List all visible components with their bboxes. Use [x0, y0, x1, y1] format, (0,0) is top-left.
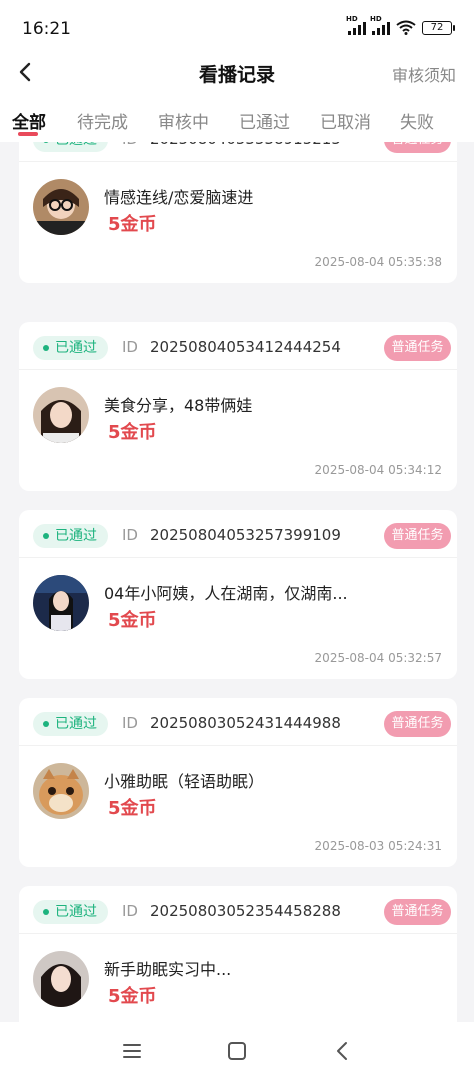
avatar	[33, 763, 89, 819]
id-label: ID	[122, 902, 138, 920]
task-title: 新手助眠实习中...	[104, 960, 232, 979]
task-type-badge: 普通任务	[384, 899, 451, 925]
signal-icon-2: HD	[370, 15, 390, 35]
record-id: 20250804053412444254	[150, 338, 341, 356]
task-type-badge: 普通任务	[384, 335, 451, 361]
record-time: 2025-08-04 05:35:38	[314, 255, 442, 269]
task-type-badge: 普通任务	[384, 711, 451, 737]
record-id: 20250803052431444988	[150, 714, 341, 732]
review-guide-link[interactable]: 审核须知	[392, 62, 456, 86]
system-back-button[interactable]	[331, 1040, 353, 1062]
task-title: 小雅助眠（轻语助眠）	[104, 772, 265, 791]
record-card[interactable]: 已通过 ID 20250804053538915215 普通任务 情感连线/恋爱…	[19, 142, 457, 283]
status-icons: HD HD 72	[346, 15, 455, 35]
record-time: 2025-08-03 05:24:31	[314, 839, 442, 853]
status-badge: 已通过	[33, 336, 108, 360]
avatar	[33, 179, 89, 235]
record-time: 2025-08-04 05:32:57	[314, 651, 442, 665]
hd-label: HD	[346, 14, 358, 23]
menu-icon	[123, 1044, 141, 1058]
status-time: 16:21	[22, 19, 71, 39]
id-label: ID	[122, 714, 138, 732]
tab-cancelled[interactable]: 已取消	[320, 108, 371, 133]
record-card-header: 已通过 ID 20250803052354458288 普通任务	[19, 886, 457, 934]
status-tabs: 全部 待完成 审核中 已通过 已取消 失败	[0, 92, 474, 142]
tab-reviewing[interactable]: 审核中	[158, 108, 209, 133]
record-card[interactable]: 已通过 ID 20250803052354458288 普通任务 新手助眠实习中…	[19, 886, 457, 1022]
record-card-header: 已通过 ID 20250803052431444988 普通任务	[19, 698, 457, 746]
tab-failed[interactable]: 失败	[400, 108, 434, 133]
record-card[interactable]: 已通过 ID 20250804053257399109 普通任务 04年小阿姨，…	[19, 510, 457, 679]
hd-label-2: HD	[370, 14, 382, 23]
reward: 5金币	[108, 422, 157, 443]
tab-indicator	[18, 132, 38, 136]
status-badge: 已通过	[33, 142, 108, 152]
record-id: 20250803052354458288	[150, 902, 341, 920]
square-icon	[228, 1042, 246, 1060]
avatar	[33, 575, 89, 631]
record-card-header: 已通过 ID 20250804053257399109 普通任务	[19, 510, 457, 558]
tab-approved[interactable]: 已通过	[239, 108, 290, 133]
wifi-icon	[396, 20, 416, 35]
signal-icon: HD	[346, 15, 366, 35]
status-bar: 16:21 HD HD 72	[0, 0, 474, 52]
record-id: 20250804053538915215	[150, 142, 341, 148]
battery-icon: 72	[422, 20, 455, 35]
task-type-badge: 普通任务	[384, 523, 451, 549]
tab-pending[interactable]: 待完成	[77, 108, 128, 133]
reward: 5金币	[108, 986, 157, 1007]
id-label: ID	[122, 338, 138, 356]
avatar	[33, 951, 89, 1007]
id-label: ID	[122, 526, 138, 544]
avatar	[33, 387, 89, 443]
reward: 5金币	[108, 610, 157, 631]
record-card-header: 已通过 ID 20250804053538915215 普通任务	[19, 142, 457, 162]
record-card[interactable]: 已通过 ID 20250804053412444254 普通任务 美食分享，48…	[19, 322, 457, 491]
task-title: 04年小阿姨，人在湖南，仅湖南...	[104, 584, 348, 603]
status-badge: 已通过	[33, 712, 108, 736]
system-nav-bar	[0, 1022, 474, 1080]
record-id: 20250804053257399109	[150, 526, 341, 544]
status-badge: 已通过	[33, 900, 108, 924]
record-card-header: 已通过 ID 20250804053412444254 普通任务	[19, 322, 457, 370]
id-label: ID	[122, 142, 138, 148]
task-type-badge: 普通任务	[384, 142, 451, 153]
reward: 5金币	[108, 214, 157, 235]
menu-button[interactable]	[121, 1040, 143, 1062]
tab-all[interactable]: 全部	[12, 108, 46, 133]
record-card[interactable]: 已通过 ID 20250803052431444988 普通任务 小雅助眠（轻语…	[19, 698, 457, 867]
triangle-back-icon	[337, 1042, 347, 1060]
nav-bar: 看播记录 审核须知	[0, 52, 474, 92]
record-list[interactable]: 已通过 ID 20250804053538915215 普通任务 情感连线/恋爱…	[0, 142, 474, 1022]
task-title: 美食分享，48带俩娃	[104, 396, 253, 415]
status-badge: 已通过	[33, 524, 108, 548]
home-button[interactable]	[226, 1040, 248, 1062]
task-title: 情感连线/恋爱脑速进	[104, 188, 254, 207]
reward: 5金币	[108, 798, 157, 819]
record-time: 2025-08-04 05:34:12	[314, 463, 442, 477]
